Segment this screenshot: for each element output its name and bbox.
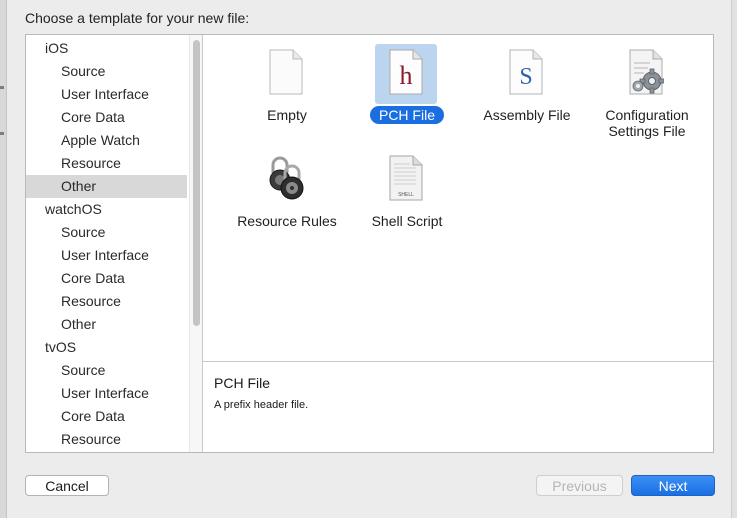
- sidebar-item[interactable]: User Interface: [26, 83, 187, 106]
- template-assembly-file[interactable]: S Assembly File: [467, 39, 587, 143]
- cancel-button[interactable]: Cancel: [25, 475, 109, 496]
- template-empty[interactable]: Empty: [227, 39, 347, 143]
- sidebar-item[interactable]: Core Data: [26, 405, 187, 428]
- sidebar-item[interactable]: Resource: [26, 428, 187, 451]
- description-title: PCH File: [214, 375, 271, 391]
- template-chooser-panel: iOS Source User Interface Core Data Apple Wa…: [25, 34, 714, 453]
- sidebar-item[interactable]: Source: [26, 60, 187, 83]
- shell-script-icon: SHELL: [389, 155, 423, 201]
- sidebar-item[interactable]: Resource: [26, 152, 187, 175]
- template-grid: Empty h PCH File S Assembly File Configu…: [203, 35, 713, 361]
- background-window-edge-right: [731, 0, 737, 518]
- platform-sidebar: iOS Source User Interface Core Data Apple Wa…: [26, 35, 203, 452]
- description-text: A prefix header file.: [214, 399, 309, 411]
- sidebar-item[interactable]: Other: [26, 175, 187, 198]
- svg-text:h: h: [400, 61, 413, 90]
- configuration-settings-icon: [629, 49, 664, 95]
- template-configuration-settings-file[interactable]: Configuration Settings File: [587, 39, 707, 143]
- sidebar-item[interactable]: Core Data: [26, 106, 187, 129]
- padlocks-icon: [269, 156, 304, 200]
- sidebar-platform-header[interactable]: iOS: [26, 37, 187, 60]
- template-label: Shell Script: [371, 213, 443, 229]
- dialog-prompt: Choose a template for your new file:: [25, 10, 250, 26]
- template-label: Empty: [267, 107, 307, 123]
- template-label: Resource Rules: [237, 213, 337, 229]
- background-window-edge: [0, 0, 7, 518]
- template-label: PCH File: [347, 106, 467, 124]
- sidebar-item[interactable]: Source: [26, 221, 187, 244]
- template-pch-file[interactable]: h PCH File: [347, 39, 467, 143]
- template-shell-script[interactable]: SHELL Shell Script: [347, 145, 467, 249]
- sidebar-scrollbar[interactable]: [189, 35, 202, 452]
- assembly-file-icon: S: [509, 49, 543, 95]
- sidebar-item[interactable]: Other: [26, 313, 187, 336]
- background-window-mark: [0, 86, 4, 89]
- sidebar-item[interactable]: Resource: [26, 290, 187, 313]
- pch-file-icon: h: [389, 49, 423, 95]
- sidebar-platform-header[interactable]: tvOS: [26, 336, 187, 359]
- sidebar-platform-header[interactable]: watchOS: [26, 198, 187, 221]
- next-button[interactable]: Next: [631, 475, 715, 496]
- template-resource-rules[interactable]: Resource Rules: [227, 145, 347, 249]
- template-description-pane: PCH File A prefix header file.: [203, 361, 713, 452]
- sidebar-item[interactable]: Source: [26, 359, 187, 382]
- sidebar-item[interactable]: User Interface: [26, 382, 187, 405]
- svg-text:SHELL: SHELL: [398, 192, 414, 198]
- sidebar-item[interactable]: Core Data: [26, 267, 187, 290]
- sidebar-item[interactable]: Apple Watch: [26, 129, 187, 152]
- template-label: Assembly File: [483, 107, 571, 123]
- previous-button[interactable]: Previous: [536, 475, 623, 496]
- background-window-mark: [0, 132, 4, 135]
- empty-document-icon: [269, 49, 303, 95]
- sidebar-item[interactable]: User Interface: [26, 244, 187, 267]
- svg-text:S: S: [519, 64, 532, 90]
- template-label: Configuration Settings File: [605, 107, 689, 139]
- sidebar-scroll-thumb[interactable]: [193, 40, 200, 326]
